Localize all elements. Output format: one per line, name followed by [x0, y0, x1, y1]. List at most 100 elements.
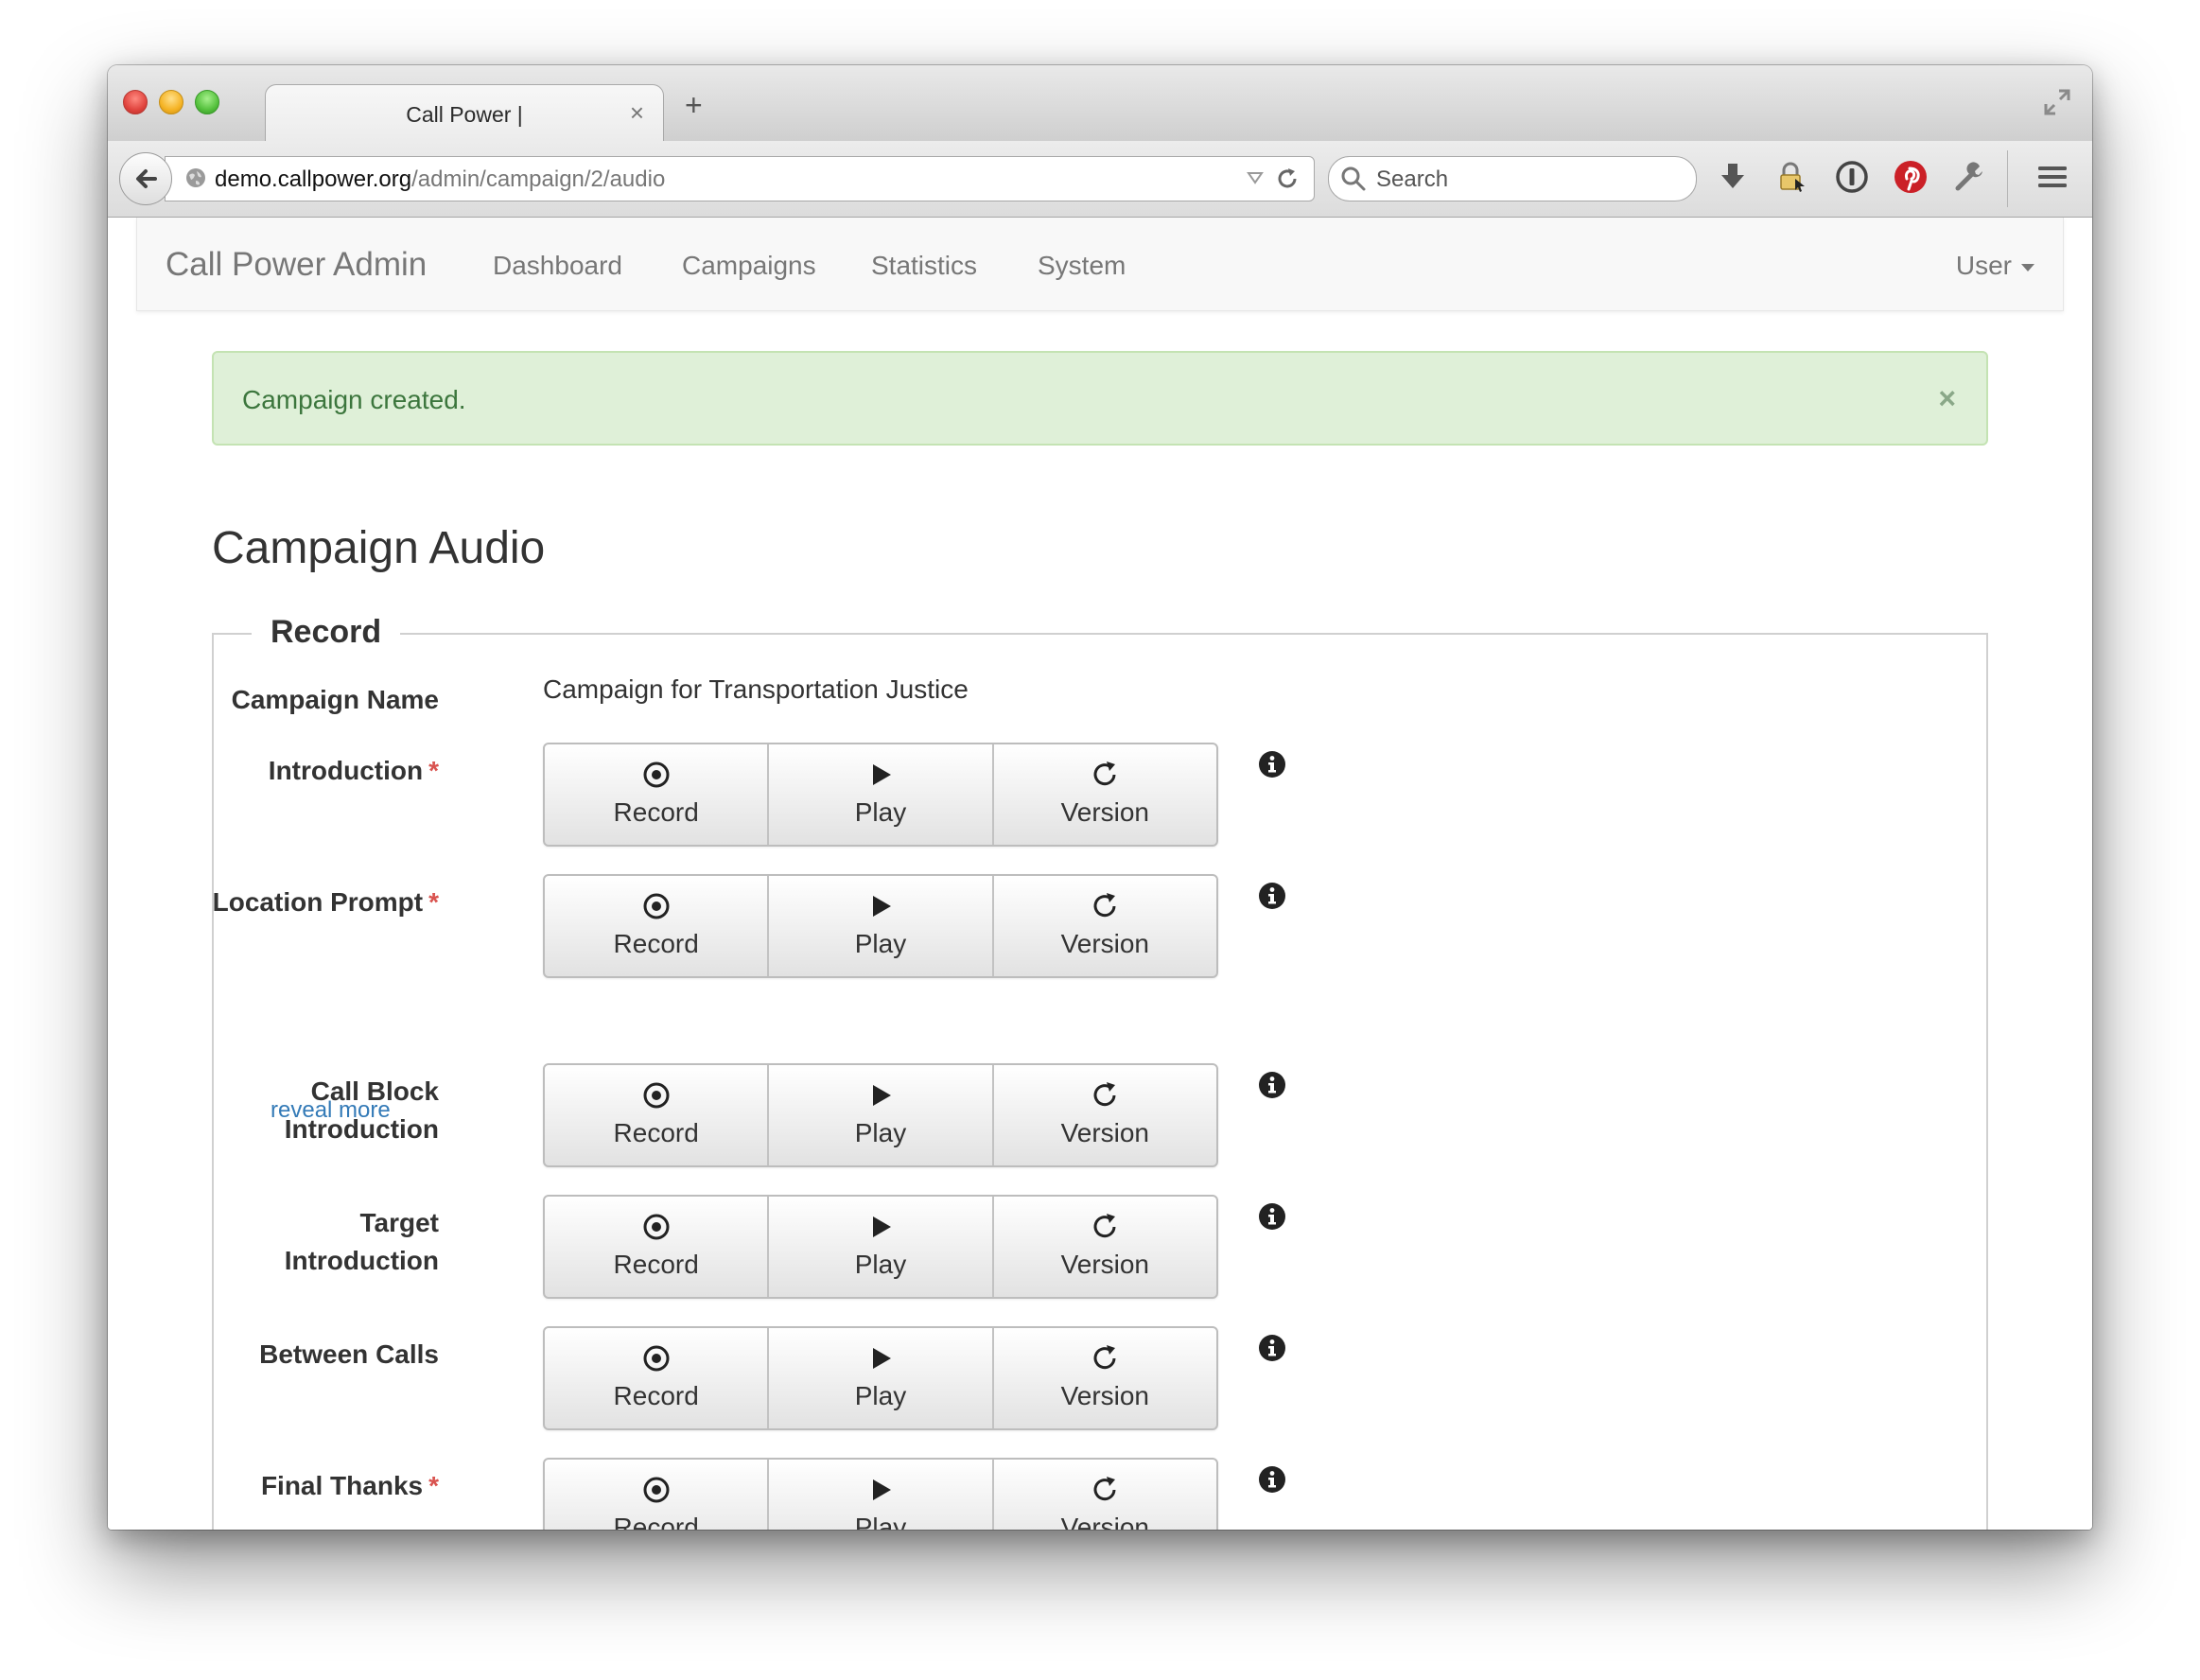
- play-button-label: Play: [854, 797, 907, 827]
- alert-close-icon[interactable]: ×: [1938, 383, 1956, 413]
- browser-tab[interactable]: Call Power | ×: [265, 84, 664, 142]
- url-history-dropdown-icon[interactable]: [1246, 168, 1265, 192]
- pinterest-icon[interactable]: [1894, 160, 1928, 199]
- record-icon: [642, 891, 671, 921]
- field-label-introduction: Introduction *: [269, 752, 439, 790]
- alert-message: Campaign created.: [242, 385, 466, 414]
- success-alert: Campaign created. ×: [212, 351, 1988, 446]
- info-icon[interactable]: [1258, 882, 1286, 915]
- required-asterisk: *: [428, 756, 439, 785]
- download-icon[interactable]: [1716, 160, 1750, 199]
- field-label-call-block-introduction: Call Block Introduction: [285, 1073, 439, 1148]
- url-path: /admin/campaign/2/audio: [411, 166, 666, 192]
- app-navbar: Call Power Admin Dashboard Campaigns Sta…: [136, 218, 2064, 311]
- tab-close-icon[interactable]: ×: [630, 98, 644, 128]
- record-button[interactable]: Record: [545, 876, 770, 976]
- version-button[interactable]: Version: [994, 1065, 1216, 1165]
- nav-link-statistics[interactable]: Statistics: [871, 251, 977, 281]
- record-button[interactable]: Record: [545, 1065, 770, 1165]
- onepassword-icon[interactable]: [1835, 160, 1869, 199]
- record-button[interactable]: Record: [545, 1328, 770, 1428]
- audio-button-group-call-block-introduction: Record Play Version: [543, 1063, 1218, 1167]
- field-label-line: Between Calls: [259, 1339, 439, 1369]
- record-icon: [642, 1475, 671, 1505]
- play-button-label: Play: [854, 929, 907, 958]
- play-icon: [866, 1080, 895, 1111]
- browser-window: Call Power | × + demo.callpower.org/admi…: [108, 65, 2092, 1530]
- toolbar-separator: [2007, 150, 2008, 207]
- field-label-line: Introduction: [284, 1246, 439, 1275]
- version-button[interactable]: Version: [994, 1197, 1216, 1297]
- play-icon: [866, 1343, 895, 1374]
- play-button-label: Play: [854, 1250, 907, 1279]
- nav-link-system[interactable]: System: [1038, 251, 1126, 281]
- info-icon[interactable]: [1258, 1202, 1286, 1235]
- field-label-target-introduction: Target Introduction: [285, 1204, 439, 1280]
- back-button[interactable]: [119, 152, 172, 205]
- version-button-label: Version: [1060, 929, 1150, 958]
- wrench-icon[interactable]: [1952, 160, 1986, 199]
- info-icon[interactable]: [1258, 1465, 1286, 1498]
- info-icon[interactable]: [1258, 1334, 1286, 1367]
- url-bar[interactable]: demo.callpower.org/admin/campaign/2/audi…: [165, 156, 1315, 201]
- record-button[interactable]: Record: [545, 1197, 770, 1297]
- user-menu-label: User: [1955, 251, 2012, 280]
- audio-button-group-introduction: Record Play Version: [543, 743, 1218, 847]
- nav-link-campaigns[interactable]: Campaigns: [682, 251, 816, 281]
- caret-down-icon: [2021, 263, 2034, 271]
- url-text: demo.callpower.org/admin/campaign/2/audi…: [215, 166, 665, 193]
- record-button[interactable]: Record: [545, 744, 770, 845]
- play-button[interactable]: Play: [769, 1460, 994, 1530]
- play-button[interactable]: Play: [769, 744, 994, 845]
- version-button[interactable]: Version: [994, 1328, 1216, 1428]
- version-icon: [1091, 760, 1119, 790]
- user-menu[interactable]: User: [1956, 251, 2034, 281]
- search-bar[interactable]: Search: [1328, 156, 1697, 201]
- record-button[interactable]: Record: [545, 1460, 770, 1530]
- search-icon: [1340, 166, 1367, 197]
- play-button[interactable]: Play: [769, 1197, 994, 1297]
- version-button-label: Version: [1060, 797, 1150, 827]
- version-button-label: Version: [1060, 1118, 1150, 1147]
- info-icon[interactable]: [1258, 1071, 1286, 1104]
- play-button[interactable]: Play: [769, 1065, 994, 1165]
- field-label-line: Call Block: [310, 1076, 439, 1106]
- play-icon: [866, 1212, 895, 1242]
- version-button-label: Version: [1060, 1250, 1150, 1279]
- version-button[interactable]: Version: [994, 876, 1216, 976]
- info-icon[interactable]: [1258, 750, 1286, 783]
- page-title: Campaign Audio: [212, 523, 546, 573]
- audio-button-group-between-calls: Record Play Version: [543, 1326, 1218, 1430]
- nav-link-dashboard[interactable]: Dashboard: [493, 251, 622, 281]
- record-icon: [642, 1343, 671, 1374]
- minimize-window-button[interactable]: [159, 90, 183, 114]
- version-button[interactable]: Version: [994, 1460, 1216, 1530]
- field-label-line: Introduction: [268, 756, 424, 785]
- new-tab-button[interactable]: +: [685, 90, 703, 120]
- brand-link[interactable]: Call Power Admin: [166, 246, 427, 284]
- zoom-window-button[interactable]: [195, 90, 219, 114]
- version-button-label: Version: [1060, 1513, 1150, 1530]
- record-button-label: Record: [613, 1513, 699, 1530]
- record-icon: [642, 1212, 671, 1242]
- play-icon: [866, 1475, 895, 1505]
- field-label-final-thanks: Final Thanks *: [261, 1467, 439, 1505]
- close-window-button[interactable]: [123, 90, 148, 114]
- reload-icon[interactable]: [1274, 166, 1301, 197]
- record-button-label: Record: [613, 929, 699, 958]
- field-label-line: Final Thanks: [260, 1471, 424, 1500]
- url-host: demo.callpower.org: [215, 166, 412, 192]
- version-button[interactable]: Version: [994, 744, 1216, 845]
- version-icon: [1091, 1080, 1119, 1111]
- hamburger-menu-icon[interactable]: [2035, 160, 2069, 199]
- version-icon: [1091, 1475, 1119, 1505]
- fullscreen-icon[interactable]: [2043, 88, 2071, 121]
- play-button[interactable]: Play: [769, 1328, 994, 1428]
- field-label-line: Target: [359, 1208, 440, 1237]
- back-arrow-icon: [136, 169, 157, 188]
- record-button-label: Record: [613, 797, 699, 827]
- browser-toolbar: demo.callpower.org/admin/campaign/2/audi…: [108, 141, 2092, 218]
- campaign-name-value: Campaign for Transportation Justice: [543, 674, 969, 704]
- password-lock-icon[interactable]: [1774, 160, 1808, 199]
- play-button[interactable]: Play: [769, 876, 994, 976]
